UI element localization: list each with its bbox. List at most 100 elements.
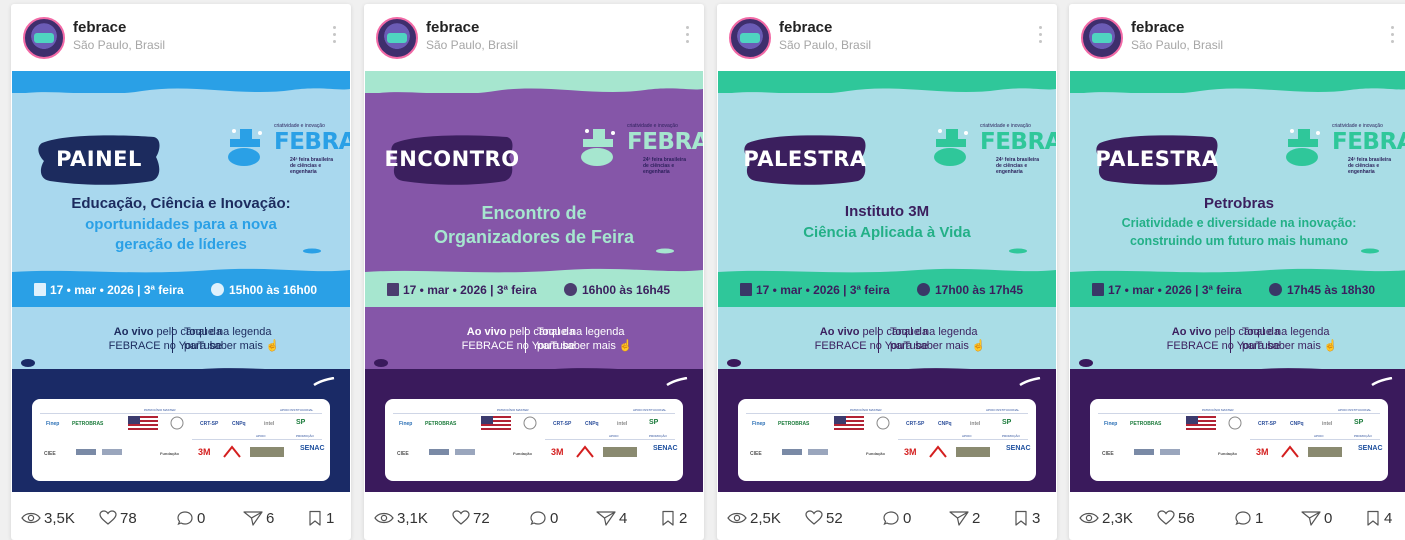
sponsor-heading-master: PATROCÍNIO MASTER [144,408,176,412]
date-row: 17 • mar • 2026 | 3ª feira 16h00 às 16h4… [365,281,703,301]
paint-drop [727,359,741,367]
shares-count: 6 [266,509,275,527]
shares-stat[interactable]: 6 [243,508,274,528]
views-stat[interactable]: 2,5K [727,508,781,528]
sponsor-gov: SP [1354,419,1364,426]
mid-wave [1070,311,1405,319]
post-card[interactable]: febrace São Paulo, Brasil ENCONTRO criat… [364,4,704,540]
location[interactable]: São Paulo, Brasil [1131,38,1223,52]
post-card[interactable]: febrace São Paulo, Brasil PAINEL criativ… [11,4,351,540]
event-tag-label: PAINEL [56,147,142,171]
post-stats: 3,5K 78 0 6 1 [11,492,351,540]
post-header: febrace São Paulo, Brasil [364,4,704,70]
views-count: 2,5K [750,509,781,527]
live-bold: Ao vivo [113,326,154,338]
post-stats: 3,1K 72 0 4 2 [364,492,704,540]
shares-stat[interactable]: 4 [596,508,627,528]
calendar-icon [740,283,752,296]
sponsor-cnpq: CNPq [938,421,952,427]
shares-count: 0 [1324,509,1333,527]
profile-avatar[interactable] [23,17,65,59]
profile-avatar[interactable] [376,17,418,59]
sponsors-panel: PATROCÍNIO MASTER APOIO INSTITUCIONAL Fi… [1090,399,1388,481]
username[interactable]: febrace [73,19,126,36]
views-stat[interactable]: 2,3K [1079,508,1133,528]
post-image[interactable]: PAINEL criatividade e inovação FEBRACE 2… [12,71,350,492]
sponsor-3m: 3M [1256,447,1269,457]
saves-stat[interactable]: 2 [660,508,687,528]
comments-stat[interactable]: 0 [177,508,205,528]
sponsor-heading-institutional: APOIO INSTITUCIONAL [280,408,314,412]
flask-icon [934,129,968,166]
post-card[interactable]: febrace São Paulo, Brasil PALESTRA criat… [1069,4,1405,540]
send-icon [1301,511,1321,526]
sponsor-heading-institutional: APOIO INSTITUCIONAL [986,408,1020,412]
comments-stat[interactable]: 0 [883,508,911,528]
sponsors-panel: PATROCÍNIO MASTER APOIO INSTITUCIONAL Fi… [738,399,1036,481]
usa-flag-icon [481,416,511,430]
sponsor-finep: Finep [1104,421,1118,427]
calendar-icon [34,283,46,296]
saves-stat[interactable]: 1 [307,508,334,528]
more-options-icon[interactable] [684,26,690,48]
logo-name: FEBRACE [1332,129,1405,155]
shares-stat[interactable]: 0 [1301,508,1332,528]
profile-avatar[interactable] [729,17,771,59]
top-wave [12,88,350,109]
likes-stat[interactable]: 72 [452,508,490,528]
more-options-icon[interactable] [331,26,337,48]
paint-drop [313,377,335,387]
location[interactable]: São Paulo, Brasil [426,38,518,52]
flask-icon [581,129,615,166]
event-tag: PAINEL [36,131,162,187]
shares-count: 4 [619,509,628,527]
views-stat[interactable]: 3,1K [374,508,428,528]
more-options-icon[interactable] [1389,26,1395,48]
event-tag: PALESTRA [1094,131,1220,187]
event-title: Encontro de [481,203,587,223]
sponsor-heading-support: APOIO [962,434,972,438]
comments-stat[interactable]: 0 [530,508,558,528]
usa-flag-icon [1186,416,1216,430]
sponsor-intel: intel [1322,421,1333,427]
live-bold: Ao vivo [819,326,860,338]
sponsor-senac: SENAC [653,445,678,452]
mid-wave [365,311,703,319]
post-card[interactable]: febrace São Paulo, Brasil PALESTRA criat… [717,4,1057,540]
logo-subtitle: 24ª feira brasileira de ciências e engen… [1348,157,1391,175]
post-image[interactable]: PALESTRA criatividade e inovação FEBRACE… [1070,71,1405,492]
live-divider [525,327,526,353]
post-image[interactable]: ENCONTRO criatividade e inovação FEBRACE… [365,71,703,492]
saves-stat[interactable]: 4 [1365,508,1392,528]
likes-stat[interactable]: 52 [805,508,843,528]
comments-stat[interactable]: 1 [1235,508,1263,528]
username[interactable]: febrace [779,19,832,36]
live-divider [172,327,173,353]
post-image[interactable]: PALESTRA criatividade e inovação FEBRACE… [718,71,1056,492]
more-options-icon[interactable] [1037,26,1043,48]
profile-avatar[interactable] [1081,17,1123,59]
post-stats: 2,5K 52 0 2 3 [717,492,1057,540]
event-title: Petrobras [1203,195,1275,212]
username[interactable]: febrace [1131,19,1184,36]
views-stat[interactable]: 3,5K [21,508,75,528]
username[interactable]: febrace [426,19,479,36]
hint-line-1: Toque na legenda [537,326,625,338]
saves-stat[interactable]: 3 [1013,508,1040,528]
shares-stat[interactable]: 2 [949,508,980,528]
clock-icon [1269,283,1282,296]
likes-stat[interactable]: 56 [1157,508,1195,528]
sponsor-intel: intel [970,421,981,427]
saves-count: 2 [679,509,688,527]
logo-subtitle: 24ª feira brasileira de ciências e engen… [996,157,1039,175]
bookmark-icon [662,510,674,526]
febrace-logo: criatividade e inovação FEBRACE 24ª feir… [226,121,350,175]
comment-icon [1235,511,1251,526]
sponsor-cnpq: CNPq [232,421,246,427]
likes-stat[interactable]: 78 [99,508,137,528]
post-stats: 2,3K 56 1 0 4 [1069,492,1405,540]
sponsor-finep: Finep [399,421,413,427]
paint-drop [1371,377,1393,387]
location[interactable]: São Paulo, Brasil [779,38,871,52]
location[interactable]: São Paulo, Brasil [73,38,165,52]
